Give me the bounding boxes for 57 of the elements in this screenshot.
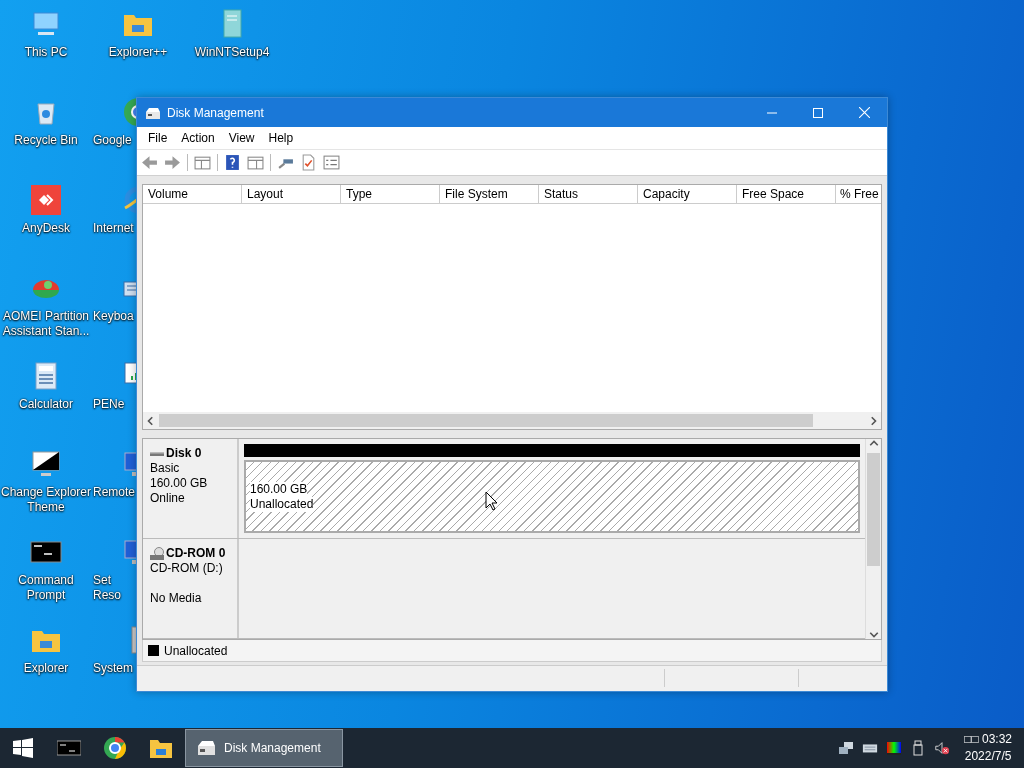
desktop-icon-label[interactable]: PENe — [93, 397, 125, 412]
action-pane-icon[interactable] — [247, 154, 264, 171]
console-tree-icon[interactable] — [194, 154, 211, 171]
unallocated-partition[interactable]: 160.00 GB Unallocated — [244, 460, 860, 533]
desktop-icon-label[interactable]: System — [93, 661, 133, 676]
disk-info-panel[interactable]: Disk 0 Basic 160.00 GB Online — [143, 439, 239, 538]
disk-drive-icon[interactable] — [196, 738, 216, 758]
desktop-icon-label[interactable]: Set Reso — [93, 573, 136, 603]
window-title: Disk Management — [167, 105, 265, 120]
column-header[interactable]: Free Space — [737, 185, 836, 203]
partition-size: 160.00 GB — [250, 481, 308, 497]
scroll-down-icon[interactable] — [868, 629, 879, 639]
forward-arrow-icon[interactable] — [164, 154, 181, 171]
checklist-icon[interactable] — [323, 154, 340, 171]
vertical-scrollbar[interactable] — [865, 439, 881, 639]
column-header[interactable]: Volume — [143, 185, 242, 203]
network-icon[interactable] — [838, 740, 855, 756]
scroll-thumb[interactable] — [867, 453, 880, 566]
column-header[interactable]: File System — [440, 185, 539, 203]
menu-item[interactable]: Action — [174, 131, 222, 145]
scroll-right-icon[interactable] — [868, 415, 878, 426]
disk-name: Disk 0 — [166, 446, 202, 461]
menu-item[interactable]: Help — [261, 131, 301, 145]
color-display-icon[interactable] — [886, 740, 903, 756]
help-icon[interactable] — [224, 154, 241, 171]
column-header[interactable]: Type — [341, 185, 440, 203]
back-arrow-icon[interactable] — [141, 154, 158, 171]
scroll-left-icon[interactable] — [146, 415, 156, 426]
cd-drive-icon — [150, 546, 164, 561]
clock-date[interactable]: 2022/7/5 — [964, 748, 1012, 765]
taskbar-app-button[interactable]: Disk Management — [185, 729, 343, 767]
checked-document-icon[interactable] — [300, 154, 317, 171]
desktop-icon-label[interactable]: WinNTSetup4 — [194, 45, 270, 60]
menu-item[interactable]: File — [141, 131, 175, 145]
disk-info-panel[interactable]: CD-ROM 0 CD-ROM (D:) No Media — [143, 539, 239, 638]
column-header[interactable]: Capacity — [638, 185, 737, 203]
disk-detail: Basic — [150, 461, 181, 476]
mouse-cursor-icon — [485, 491, 497, 511]
clock-time[interactable]: □□ 03:32 — [964, 731, 1012, 748]
disk-name: CD-ROM 0 — [166, 546, 226, 561]
legend-label: Unallocated — [164, 643, 228, 658]
close-icon[interactable] — [858, 107, 870, 118]
column-header[interactable]: % Free — [836, 185, 881, 203]
muted-speaker-icon[interactable] — [934, 740, 951, 756]
scroll-thumb[interactable] — [159, 414, 813, 427]
desktop-icon-label[interactable]: Remote — [93, 485, 136, 500]
browser-logo-icon[interactable] — [122, 184, 136, 216]
column-header[interactable]: Layout — [242, 185, 341, 203]
menu-item[interactable]: View — [221, 131, 262, 145]
horizontal-scrollbar[interactable] — [143, 412, 881, 429]
disk-detail: 160.00 GB — [150, 476, 209, 491]
maximize-icon[interactable] — [813, 107, 823, 118]
column-header[interactable]: Status — [539, 185, 638, 203]
disk-media: No Media — [150, 591, 203, 606]
disk-detail: Online — [150, 491, 186, 506]
disk-detail: CD-ROM (D:) — [150, 561, 224, 576]
diamond-logo-icon[interactable] — [30, 184, 62, 216]
